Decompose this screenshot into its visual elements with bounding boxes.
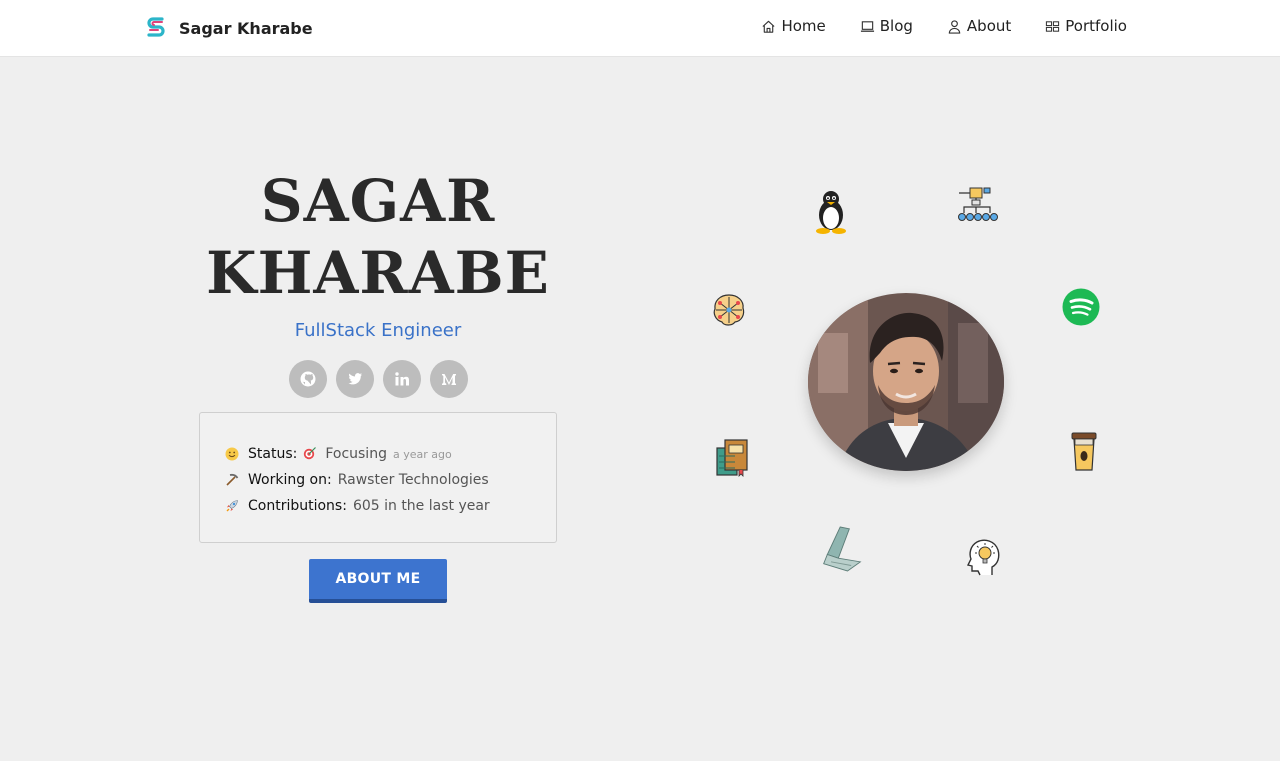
laptop-icon [860,20,874,32]
nav-portfolio-label: Portfolio [1065,17,1127,35]
linux-penguin-icon [809,190,853,234]
linkedin-icon [395,372,409,386]
working-row: Working on: Rawster Technologies [224,467,556,493]
books-icon [710,435,754,479]
smile-emoji-icon [224,446,240,462]
contributions-value: 605 in the last year [352,498,490,514]
status-time: a year ago [392,447,452,461]
user-icon [948,19,961,34]
nav-about[interactable]: About [947,17,1011,35]
hero-role: FullStack Engineer [294,320,462,341]
nav-portfolio[interactable]: Portfolio [1045,17,1127,35]
status-value: Focusing [325,446,387,462]
nav-home[interactable]: Home [761,17,826,35]
laptop-icon [820,526,864,572]
nav-about-label: About [966,17,1012,35]
github-status-card: Status: Focusing a year ago Working on: … [199,412,557,543]
twitter-link[interactable] [336,360,374,398]
status-row: Status: Focusing a year ago [224,441,556,467]
grid-icon [1046,20,1060,32]
twitter-icon [348,373,362,385]
contributions-row: Contributions: 605 in the last year [224,493,556,519]
spotify-icon [1059,285,1103,329]
status-label: Status: [248,446,298,462]
social-links [289,360,468,398]
idea-head-icon [962,535,1006,579]
medium-icon [442,374,456,385]
brand-name: Sagar Kharabe [179,18,313,38]
github-link[interactable] [289,360,327,398]
about-me-button[interactable]: ABOUT ME [309,559,447,603]
contributions-label: Contributions: [248,498,347,514]
coffee-cup-icon [1062,430,1106,474]
linkedin-link[interactable] [383,360,421,398]
nav-blog[interactable]: Blog [860,17,913,35]
hero-name: SAGAR KHARABE [178,165,578,309]
pick-emoji-icon [224,472,240,488]
top-navbar: Sagar Kharabe Home Blog About Portfolio [0,0,1280,57]
brand[interactable]: Sagar Kharabe [145,14,313,42]
brand-logo-icon [145,14,167,42]
home-icon [762,20,775,33]
profile-avatar [808,293,1004,471]
nav-blog-label: Blog [879,17,913,35]
working-value: Rawster Technologies [337,472,489,488]
target-emoji-icon [303,446,317,463]
github-icon [300,371,316,387]
brain-network-icon [707,288,751,332]
medium-link[interactable] [430,360,468,398]
hero-name-line1: SAGAR [260,167,496,235]
network-hierarchy-icon [955,184,999,228]
working-label: Working on: [248,472,332,488]
hero-name-line2: KHARABE [206,239,550,307]
main-nav: Home Blog About Portfolio [761,17,1127,35]
nav-home-label: Home [781,17,826,35]
rocket-emoji-icon [224,498,240,514]
